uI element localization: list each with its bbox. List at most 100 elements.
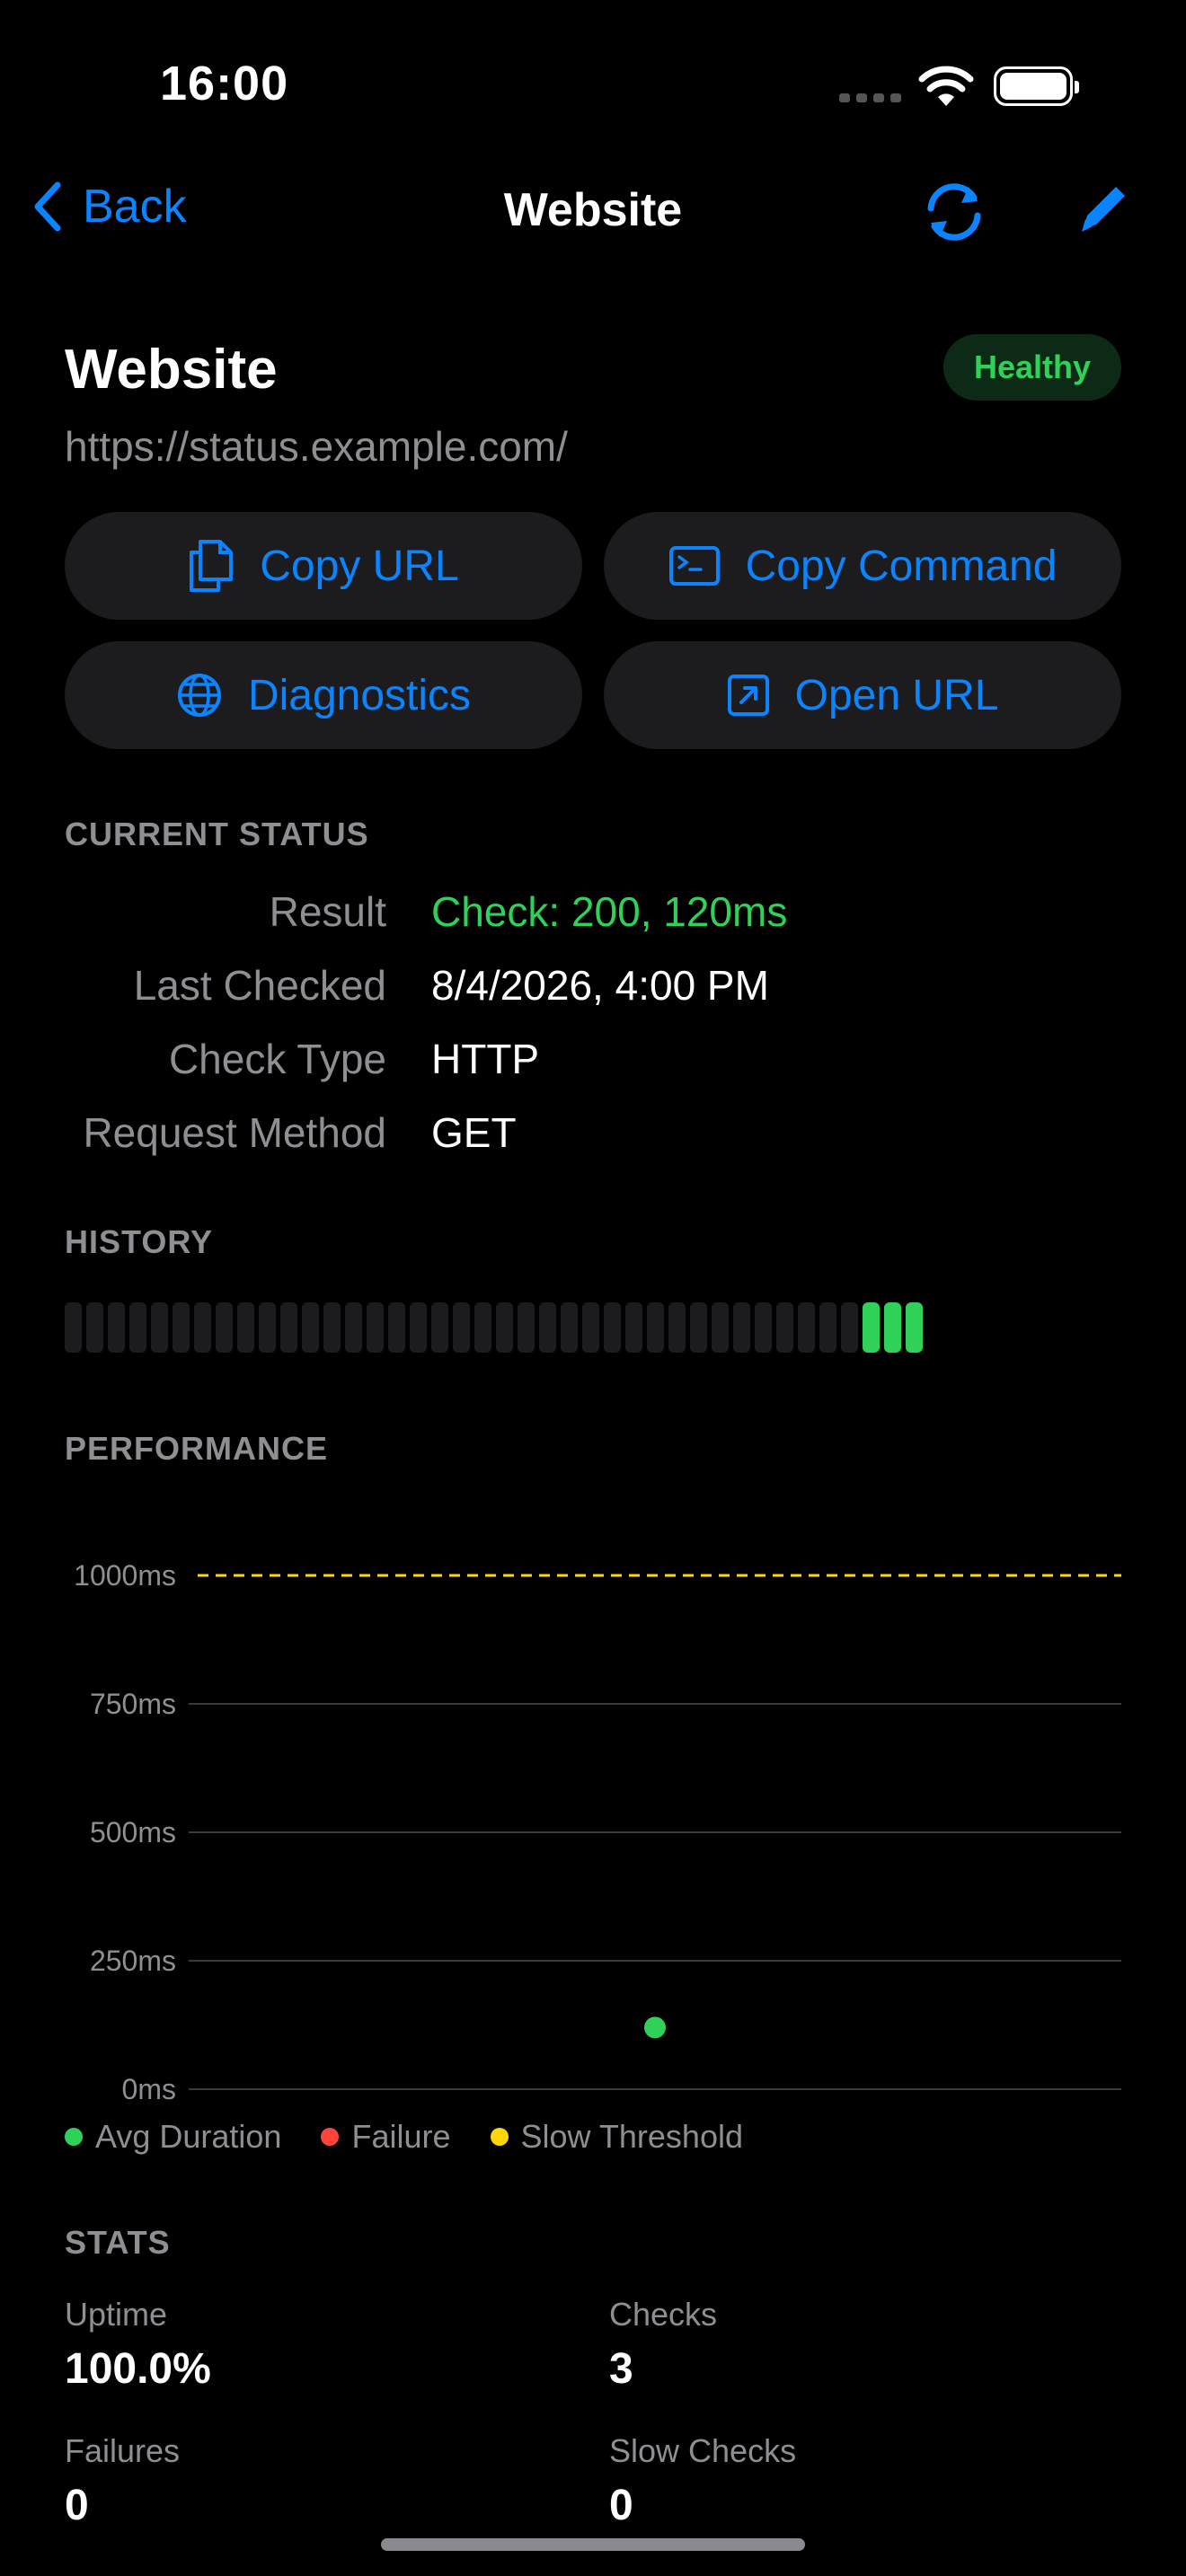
history-bar bbox=[431, 1302, 448, 1353]
refresh-icon[interactable] bbox=[916, 174, 992, 250]
result-value: Check: 200, 120ms bbox=[431, 888, 788, 935]
history-bar bbox=[388, 1302, 405, 1353]
legend-slow-threshold: Slow Threshold bbox=[490, 2118, 743, 2156]
uptime-label: Uptime bbox=[65, 2296, 168, 2333]
y-tick-label: 1000ms bbox=[74, 1559, 176, 1592]
history-bar bbox=[798, 1302, 815, 1353]
history-bar bbox=[539, 1302, 556, 1353]
history-bar bbox=[280, 1302, 297, 1353]
legend-threshold-label: Slow Threshold bbox=[520, 2118, 743, 2155]
checks-label: Checks bbox=[609, 2296, 718, 2333]
history-bar bbox=[604, 1302, 621, 1353]
check-type-value: HTTP bbox=[431, 1036, 540, 1082]
copy-url-label: Copy URL bbox=[260, 542, 459, 590]
history-bar bbox=[345, 1302, 362, 1353]
y-tick-label: 250ms bbox=[90, 1945, 176, 1977]
monitor-title: Website bbox=[65, 339, 278, 401]
history-bar bbox=[410, 1302, 427, 1353]
history-bar bbox=[453, 1302, 470, 1353]
legend-avg-label: Avg Duration bbox=[95, 2118, 282, 2155]
history-bar bbox=[237, 1302, 254, 1353]
history-bar bbox=[755, 1302, 772, 1353]
chart-legend: Avg Duration Failure Slow Threshold bbox=[65, 2118, 743, 2156]
history-bar bbox=[323, 1302, 341, 1353]
history-bars bbox=[65, 1302, 923, 1353]
history-bar bbox=[367, 1302, 384, 1353]
checks-value: 3 bbox=[609, 2345, 633, 2393]
history-bar bbox=[884, 1302, 901, 1353]
history-bar bbox=[668, 1302, 686, 1353]
battery-icon bbox=[994, 66, 1079, 106]
edit-pencil-icon[interactable] bbox=[1075, 180, 1132, 237]
globe-icon bbox=[177, 674, 221, 717]
performance-header: PERFORMANCE bbox=[65, 1430, 329, 1467]
history-header: HISTORY bbox=[65, 1223, 214, 1260]
history-bar bbox=[302, 1302, 319, 1353]
legend-avg-dot bbox=[65, 2128, 83, 2146]
history-bar bbox=[108, 1302, 125, 1353]
legend-failure: Failure bbox=[321, 2118, 451, 2156]
copy-document-icon bbox=[190, 540, 234, 592]
history-bar bbox=[65, 1302, 82, 1353]
last-checked-value: 8/4/2026, 4:00 PM bbox=[431, 962, 769, 1009]
home-indicator[interactable] bbox=[381, 2538, 805, 2551]
failures-value: 0 bbox=[65, 2482, 89, 2529]
check-type-key: Check Type bbox=[168, 1036, 386, 1082]
cellular-signal-icon bbox=[839, 93, 901, 102]
history-bar bbox=[841, 1302, 858, 1353]
history-bar bbox=[259, 1302, 276, 1353]
diagnostics-button[interactable]: Diagnostics bbox=[65, 641, 582, 749]
performance-chart: 0ms 250ms 500ms 750ms 1000ms bbox=[74, 1559, 1121, 2105]
last-checked-key: Last Checked bbox=[133, 962, 386, 1009]
uptime-value: 100.0% bbox=[65, 2345, 211, 2393]
slow-checks-value: 0 bbox=[609, 2482, 633, 2529]
history-bar bbox=[906, 1302, 923, 1353]
request-method-value: GET bbox=[431, 1109, 517, 1156]
copy-command-button[interactable]: Copy Command bbox=[604, 512, 1121, 620]
history-bar bbox=[129, 1302, 146, 1353]
copy-url-button[interactable]: Copy URL bbox=[65, 512, 582, 620]
history-bar bbox=[151, 1302, 168, 1353]
y-tick-label: 750ms bbox=[90, 1688, 176, 1720]
open-url-label: Open URL bbox=[794, 671, 999, 719]
history-bar bbox=[712, 1302, 729, 1353]
legend-avg-duration: Avg Duration bbox=[65, 2118, 281, 2156]
status-bar-time: 16:00 bbox=[160, 57, 289, 110]
y-tick-label: 0ms bbox=[122, 2073, 176, 2105]
terminal-icon bbox=[668, 546, 720, 586]
slow-checks-label: Slow Checks bbox=[609, 2432, 797, 2469]
request-method-key: Request Method bbox=[83, 1109, 386, 1156]
history-bar bbox=[690, 1302, 707, 1353]
wifi-icon bbox=[918, 66, 974, 106]
copy-command-label: Copy Command bbox=[745, 542, 1058, 590]
result-key: Result bbox=[269, 888, 386, 935]
history-bar bbox=[86, 1302, 103, 1353]
open-external-icon bbox=[727, 675, 769, 716]
monitor-url: https://status.example.com/ bbox=[65, 423, 568, 470]
legend-threshold-dot bbox=[490, 2128, 509, 2146]
history-bar bbox=[173, 1302, 190, 1353]
failures-label: Failures bbox=[65, 2432, 181, 2469]
history-bar bbox=[776, 1302, 793, 1353]
history-bar bbox=[518, 1302, 535, 1353]
legend-failure-label: Failure bbox=[351, 2118, 451, 2155]
history-bar bbox=[819, 1302, 836, 1353]
status-badge: Healthy bbox=[943, 334, 1121, 401]
history-bar bbox=[496, 1302, 513, 1353]
diagnostics-label: Diagnostics bbox=[247, 671, 472, 719]
history-bar bbox=[582, 1302, 599, 1353]
nav-title: Website bbox=[503, 184, 683, 236]
current-status-header: CURRENT STATUS bbox=[65, 816, 369, 852]
history-bar bbox=[474, 1302, 491, 1353]
history-bar bbox=[216, 1302, 233, 1353]
y-tick-label: 500ms bbox=[90, 1816, 176, 1848]
history-bar bbox=[194, 1302, 211, 1353]
stats-header: STATS bbox=[65, 2224, 171, 2261]
history-bar bbox=[733, 1302, 750, 1353]
history-bar bbox=[647, 1302, 664, 1353]
open-url-button[interactable]: Open URL bbox=[604, 641, 1121, 749]
history-bar bbox=[863, 1302, 880, 1353]
history-bar bbox=[561, 1302, 578, 1353]
avg-duration-point bbox=[644, 2016, 666, 2039]
legend-failure-dot bbox=[321, 2128, 340, 2146]
